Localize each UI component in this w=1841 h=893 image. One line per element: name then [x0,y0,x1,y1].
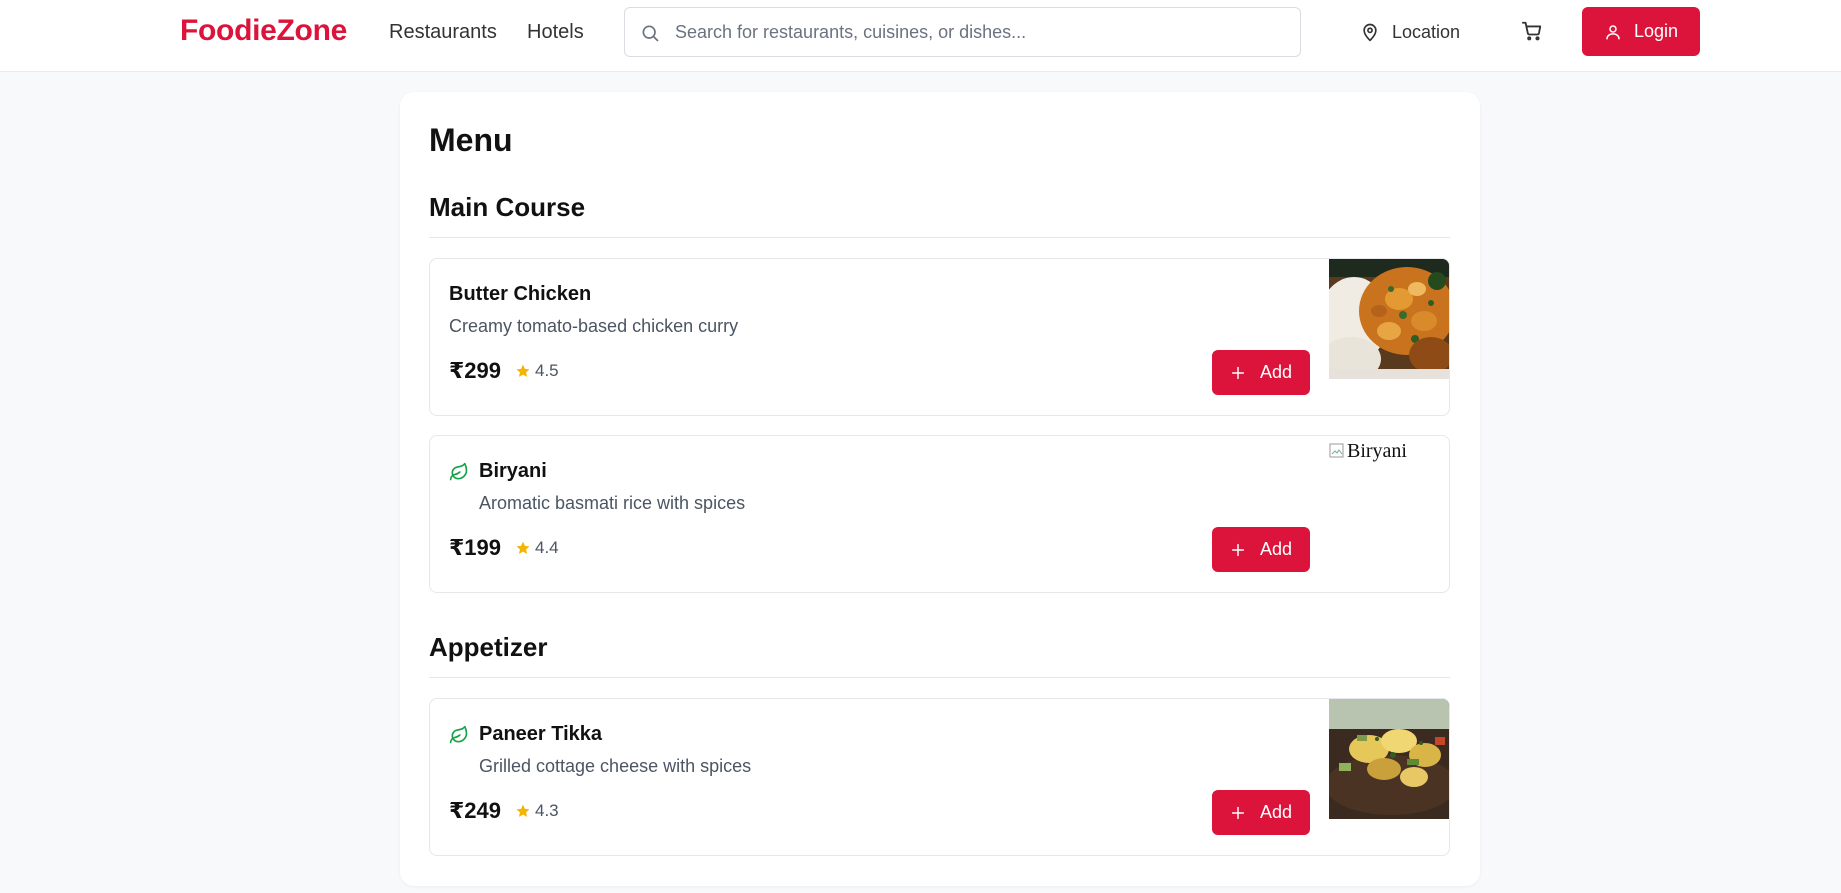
paneer-tikka-image [1329,699,1449,819]
section-title-appetizer: Appetizer [429,632,548,662]
login-button[interactable]: Login [1582,7,1700,56]
broken-image-icon [1329,443,1344,458]
item-price: ₹249 [449,798,502,823]
menu-item-paneer-tikka: Paneer Tikka Grilled cottage cheese with… [429,698,1450,856]
search-input[interactable] [675,8,1285,56]
rating-value: 4.5 [535,361,559,380]
item-rating: 4.5 [515,361,559,381]
add-label: Add [1259,802,1293,822]
item-name: Butter Chicken [449,283,592,305]
nav-restaurants[interactable]: Restaurants [389,21,497,44]
item-rating: 4.4 [515,538,559,558]
search-icon [642,25,659,42]
item-rating: 4.3 [515,801,559,821]
top-header: FoodieZone Restaurants Hotels Location L… [0,0,1841,72]
section-divider [429,237,1450,238]
login-label: Login [1633,21,1679,41]
item-price: ₹199 [449,535,502,560]
star-icon [516,364,530,377]
cart-icon [1521,21,1542,41]
add-label: Add [1259,362,1293,382]
menu-title: Menu [429,122,513,158]
star-icon [516,804,530,817]
section-title-main-course: Main Course [429,192,586,222]
star-icon [516,541,530,554]
brand-logo[interactable]: FoodieZone [180,14,347,48]
rating-value: 4.4 [535,538,559,557]
menu-item-butter-chicken: Butter Chicken Creamy tomato-based chick… [429,258,1450,416]
map-pin-icon [1363,23,1377,42]
leaf-icon [449,725,468,744]
menu-item-biryani: Biryani Aromatic basmati rice with spice… [429,435,1450,593]
add-button[interactable]: Add [1212,527,1310,572]
location-label: Location [1392,21,1461,42]
item-description: Grilled cottage cheese with spices [479,756,752,776]
item-name: Paneer Tikka [479,723,603,745]
biryani-image-broken: Biryani [1329,436,1449,466]
plus-icon [1231,543,1245,556]
rating-value: 4.3 [535,801,559,820]
add-label: Add [1259,539,1293,559]
menu-panel: Menu Main Course Butter Chicken Creamy t… [400,92,1480,886]
item-price: ₹299 [449,358,502,383]
add-button[interactable]: Add [1212,350,1310,395]
plus-icon [1231,366,1245,379]
butter-chicken-image [1329,259,1449,379]
location-button[interactable]: Location [1360,20,1460,44]
plus-icon [1231,806,1245,819]
leaf-icon [449,462,468,481]
cart-button[interactable] [1521,20,1545,44]
add-button[interactable]: Add [1212,790,1310,835]
item-description: Aromatic basmati rice with spices [479,493,746,513]
search-bar [624,7,1301,57]
image-alt-text: Biryani [1347,439,1407,462]
user-icon [1606,24,1620,39]
item-description: Creamy tomato-based chicken curry [449,316,739,336]
item-name: Biryani [479,460,547,482]
nav-hotels[interactable]: Hotels [527,21,584,44]
section-divider [429,677,1450,678]
